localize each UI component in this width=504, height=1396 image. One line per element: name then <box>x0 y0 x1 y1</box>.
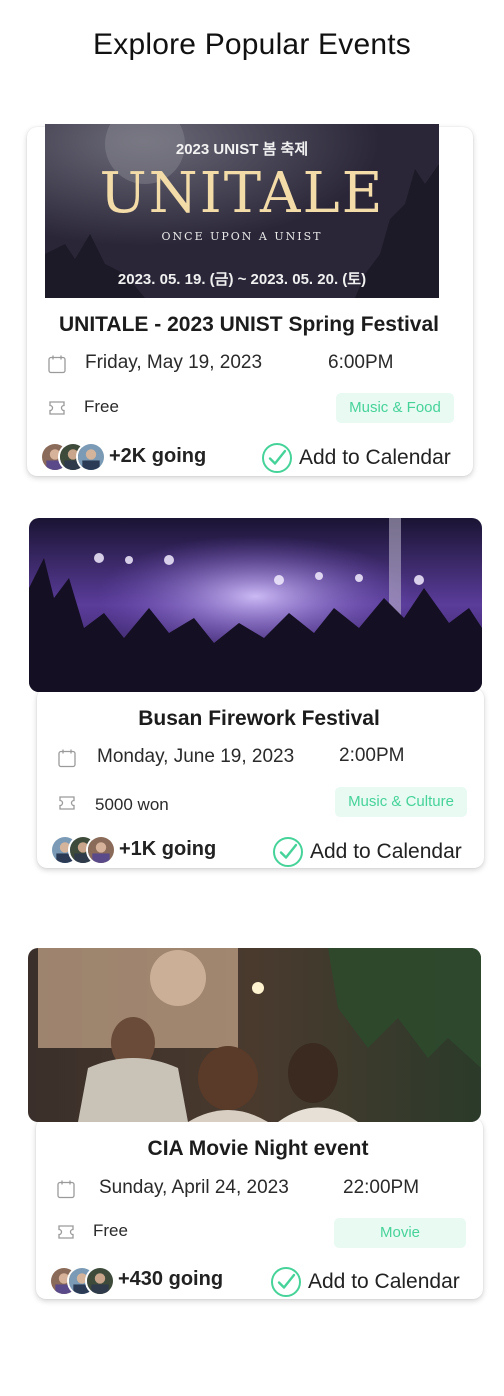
check-circle-icon <box>272 836 304 868</box>
avatar <box>85 1266 115 1296</box>
event-price: Free <box>93 1221 128 1240</box>
check-circle-icon <box>270 1266 302 1298</box>
event-date: Sunday, April 24, 2023 <box>99 1177 289 1198</box>
banner-logo: UNITALE <box>99 161 385 226</box>
ticket-icon <box>47 398 67 418</box>
avatar <box>76 442 106 472</box>
ticket-icon <box>56 1222 76 1242</box>
going-count: +430 going <box>118 1268 224 1290</box>
category-tag[interactable]: Music & Culture <box>335 787 467 817</box>
banner-top-line: 2023 UNIST 봄 축제 <box>175 141 309 158</box>
page-title: Explore Popular Events <box>93 28 411 61</box>
add-to-calendar-button[interactable]: Add to Calendar <box>261 442 451 474</box>
avatar <box>86 835 116 865</box>
calendar-icon <box>56 1179 76 1199</box>
event-title[interactable]: CIA Movie Night event <box>8 1137 504 1161</box>
add-to-calendar-label: Add to Calendar <box>310 840 462 863</box>
add-to-calendar-label: Add to Calendar <box>308 1270 460 1293</box>
add-to-calendar-button[interactable]: Add to Calendar <box>270 1266 460 1298</box>
attendee-avatars[interactable] <box>49 1266 115 1298</box>
add-to-calendar-label: Add to Calendar <box>299 446 451 469</box>
banner-dates: 2023. 05. 19. (금) ~ 2023. 05. 20. (토) <box>117 271 367 288</box>
event-price: Free <box>84 397 119 416</box>
category-tag[interactable]: Music & Food <box>336 393 454 423</box>
event-title[interactable]: Busan Firework Festival <box>9 707 504 731</box>
banner-tagline: ONCE UPON A UNIST <box>161 230 323 243</box>
going-count: +2K going <box>109 445 207 467</box>
event-banner-image[interactable]: 2023 UNIST 봄 축제 UNITALE ONCE UPON A UNIS… <box>45 124 439 298</box>
ticket-icon <box>57 793 77 813</box>
add-to-calendar-button[interactable]: Add to Calendar <box>272 836 462 868</box>
event-price: 5000 won <box>95 795 169 814</box>
category-tag[interactable]: Movie <box>334 1218 466 1248</box>
calendar-icon <box>57 748 77 768</box>
event-time: 6:00PM <box>328 352 394 373</box>
event-banner-image[interactable] <box>28 948 481 1122</box>
calendar-icon <box>47 354 67 374</box>
event-title[interactable]: UNITALE - 2023 UNIST Spring Festival <box>0 313 498 337</box>
check-circle-icon <box>261 442 293 474</box>
event-date: Monday, June 19, 2023 <box>97 746 295 767</box>
event-date: Friday, May 19, 2023 <box>85 352 263 373</box>
going-count: +1K going <box>119 838 217 860</box>
event-banner-image[interactable] <box>29 518 482 692</box>
attendee-avatars[interactable] <box>40 442 106 474</box>
attendee-avatars[interactable] <box>50 835 116 867</box>
event-time: 2:00PM <box>339 745 405 766</box>
event-time: 22:00PM <box>343 1177 420 1198</box>
